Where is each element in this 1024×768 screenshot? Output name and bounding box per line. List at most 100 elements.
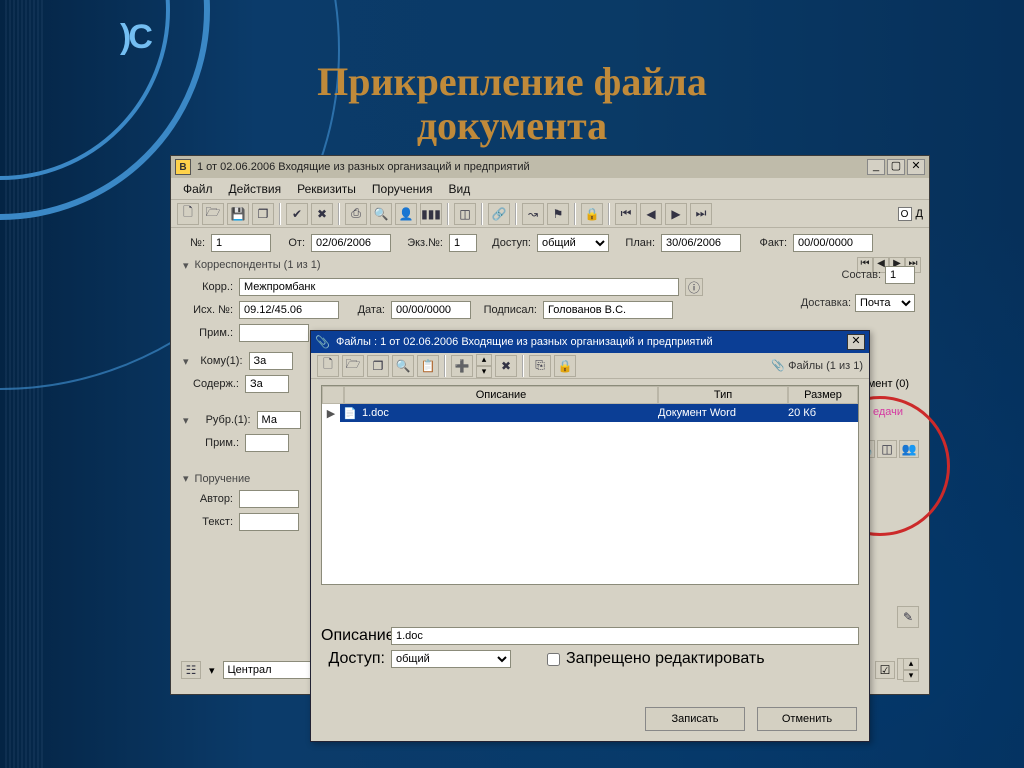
save-button[interactable]: Записать: [645, 707, 745, 731]
tb-preview[interactable]: 🔍: [370, 203, 392, 225]
dtb-up[interactable]: ▴: [476, 354, 492, 366]
col-desc[interactable]: Описание: [344, 386, 658, 404]
komu-input[interactable]: [249, 352, 293, 370]
corr-input[interactable]: [239, 278, 679, 296]
dtb-lock[interactable]: 🔒: [554, 355, 576, 377]
readonly-checkbox-label[interactable]: Запрещено редактировать: [547, 650, 765, 668]
tb-print[interactable]: ⎙: [345, 203, 367, 225]
tb-barcode[interactable]: ▮▮▮: [420, 203, 442, 225]
dtb-add[interactable]: ➕: [451, 355, 473, 377]
dtb-paste[interactable]: 📋: [417, 355, 439, 377]
tb-new[interactable]: 🗋: [177, 203, 199, 225]
dtb-scan[interactable]: ⎘: [529, 355, 551, 377]
footer-up[interactable]: ▴: [903, 658, 919, 670]
dtb-new[interactable]: 🗋: [317, 355, 339, 377]
main-titlebar[interactable]: В 1 от 02.06.2006 Входящие из разных орг…: [171, 156, 929, 178]
from-input[interactable]: [311, 234, 391, 252]
readonly-checkbox[interactable]: [547, 653, 560, 666]
indicator-d: Д: [916, 208, 923, 220]
fact-input[interactable]: [793, 234, 873, 252]
dtb-copy[interactable]: ❐: [367, 355, 389, 377]
tb-flag[interactable]: ⚑: [547, 203, 569, 225]
dialog-titlebar[interactable]: 📎 Файлы : 1 от 02.06.2006 Входящие из ра…: [311, 331, 869, 353]
dost-label: Доставка:: [801, 297, 851, 309]
tb-card[interactable]: ◫: [454, 203, 476, 225]
dtb-open[interactable]: 🗁: [342, 355, 364, 377]
tb-open[interactable]: 🗁: [202, 203, 224, 225]
rubr-input[interactable]: [257, 411, 301, 429]
dialog-close-button[interactable]: ✕: [847, 334, 865, 350]
dtb-down[interactable]: ▾: [476, 366, 492, 378]
tb-lock[interactable]: 🔒: [581, 203, 603, 225]
nav-last[interactable]: ⏭: [690, 203, 712, 225]
indicator-o[interactable]: О: [898, 207, 912, 221]
side-icon-1[interactable]: ✎: [897, 606, 919, 628]
text-input[interactable]: [239, 513, 299, 531]
dtb-find[interactable]: 🔍: [392, 355, 414, 377]
col-size[interactable]: Размер: [788, 386, 858, 404]
close-button[interactable]: ✕: [907, 159, 925, 175]
maximize-button[interactable]: ▢: [887, 159, 905, 175]
minimize-button[interactable]: _: [867, 159, 885, 175]
nav-prev[interactable]: ◀: [640, 203, 662, 225]
file-list[interactable]: Описание Тип Размер ▶ 📄 1.doc Документ W…: [321, 385, 859, 585]
row-marker: ▶: [322, 407, 340, 420]
signed-label: Подписал:: [477, 304, 537, 316]
soder-input[interactable]: [245, 375, 289, 393]
separator: [279, 203, 281, 225]
footer-icon-2[interactable]: ☑: [875, 661, 895, 679]
menu-file[interactable]: Файл: [175, 180, 221, 198]
menu-view[interactable]: Вид: [441, 180, 479, 198]
outno-input[interactable]: [239, 301, 339, 319]
section-komu[interactable]: ▾: [179, 355, 189, 368]
komu-label: Кому(1):: [195, 355, 243, 367]
dtb-delete[interactable]: ✖: [495, 355, 517, 377]
tb-save[interactable]: 💾: [227, 203, 249, 225]
ekz-input[interactable]: [449, 234, 477, 252]
nav-next[interactable]: ▶: [665, 203, 687, 225]
separator: [338, 203, 340, 225]
dlg-access-select[interactable]: общий: [391, 650, 511, 668]
ment-label: мент (0): [868, 378, 909, 390]
status-icon[interactable]: ☷: [181, 661, 201, 679]
nav-first[interactable]: ⏮: [615, 203, 637, 225]
section-assign[interactable]: ▾: [179, 472, 189, 485]
info-icon[interactable]: ⓘ: [685, 278, 703, 296]
col-icon[interactable]: [322, 386, 344, 404]
date-input[interactable]: [391, 301, 471, 319]
tb-link[interactable]: 🔗: [488, 203, 510, 225]
menu-assign[interactable]: Поручения: [364, 180, 441, 198]
prim2-input[interactable]: [245, 434, 289, 452]
desc-input[interactable]: [391, 627, 859, 645]
word-icon: 📄: [340, 407, 360, 420]
text-label: Текст:: [179, 516, 233, 528]
dost-select[interactable]: Почта: [855, 294, 915, 312]
tb-route[interactable]: ↝: [522, 203, 544, 225]
section-rubr[interactable]: ▾: [179, 414, 189, 427]
cancel-button[interactable]: Отменить: [757, 707, 857, 731]
soder-label: Содерж.:: [179, 378, 239, 390]
sostav-input[interactable]: [885, 266, 915, 284]
menu-props[interactable]: Реквизиты: [289, 180, 364, 198]
tb-accept[interactable]: ✔: [286, 203, 308, 225]
fact-label: Факт:: [747, 237, 787, 249]
plan-input[interactable]: [661, 234, 741, 252]
no-input[interactable]: [211, 234, 271, 252]
col-type[interactable]: Тип: [658, 386, 788, 404]
footer-down[interactable]: ▾: [903, 670, 919, 682]
menu-actions[interactable]: Действия: [221, 180, 290, 198]
signed-input[interactable]: [543, 301, 673, 319]
table-row[interactable]: 📄 1.doc Документ Word 20 Кб: [340, 404, 858, 422]
tb-copy[interactable]: ❐: [252, 203, 274, 225]
files-count: Файлы (1 из 1): [788, 360, 863, 372]
tb-user[interactable]: 👤: [395, 203, 417, 225]
tb-reject[interactable]: ✖: [311, 203, 333, 225]
author-input[interactable]: [239, 490, 299, 508]
menubar: Файл Действия Реквизиты Поручения Вид: [171, 178, 929, 200]
readonly-label: Запрещено редактировать: [566, 650, 765, 668]
access-select[interactable]: общий: [537, 234, 609, 252]
section-corr-toggle[interactable]: ▾: [179, 259, 189, 272]
window-title: 1 от 02.06.2006 Входящие из разных орган…: [197, 161, 867, 173]
prim-input[interactable]: [239, 324, 309, 342]
plan-label: План:: [615, 237, 655, 249]
